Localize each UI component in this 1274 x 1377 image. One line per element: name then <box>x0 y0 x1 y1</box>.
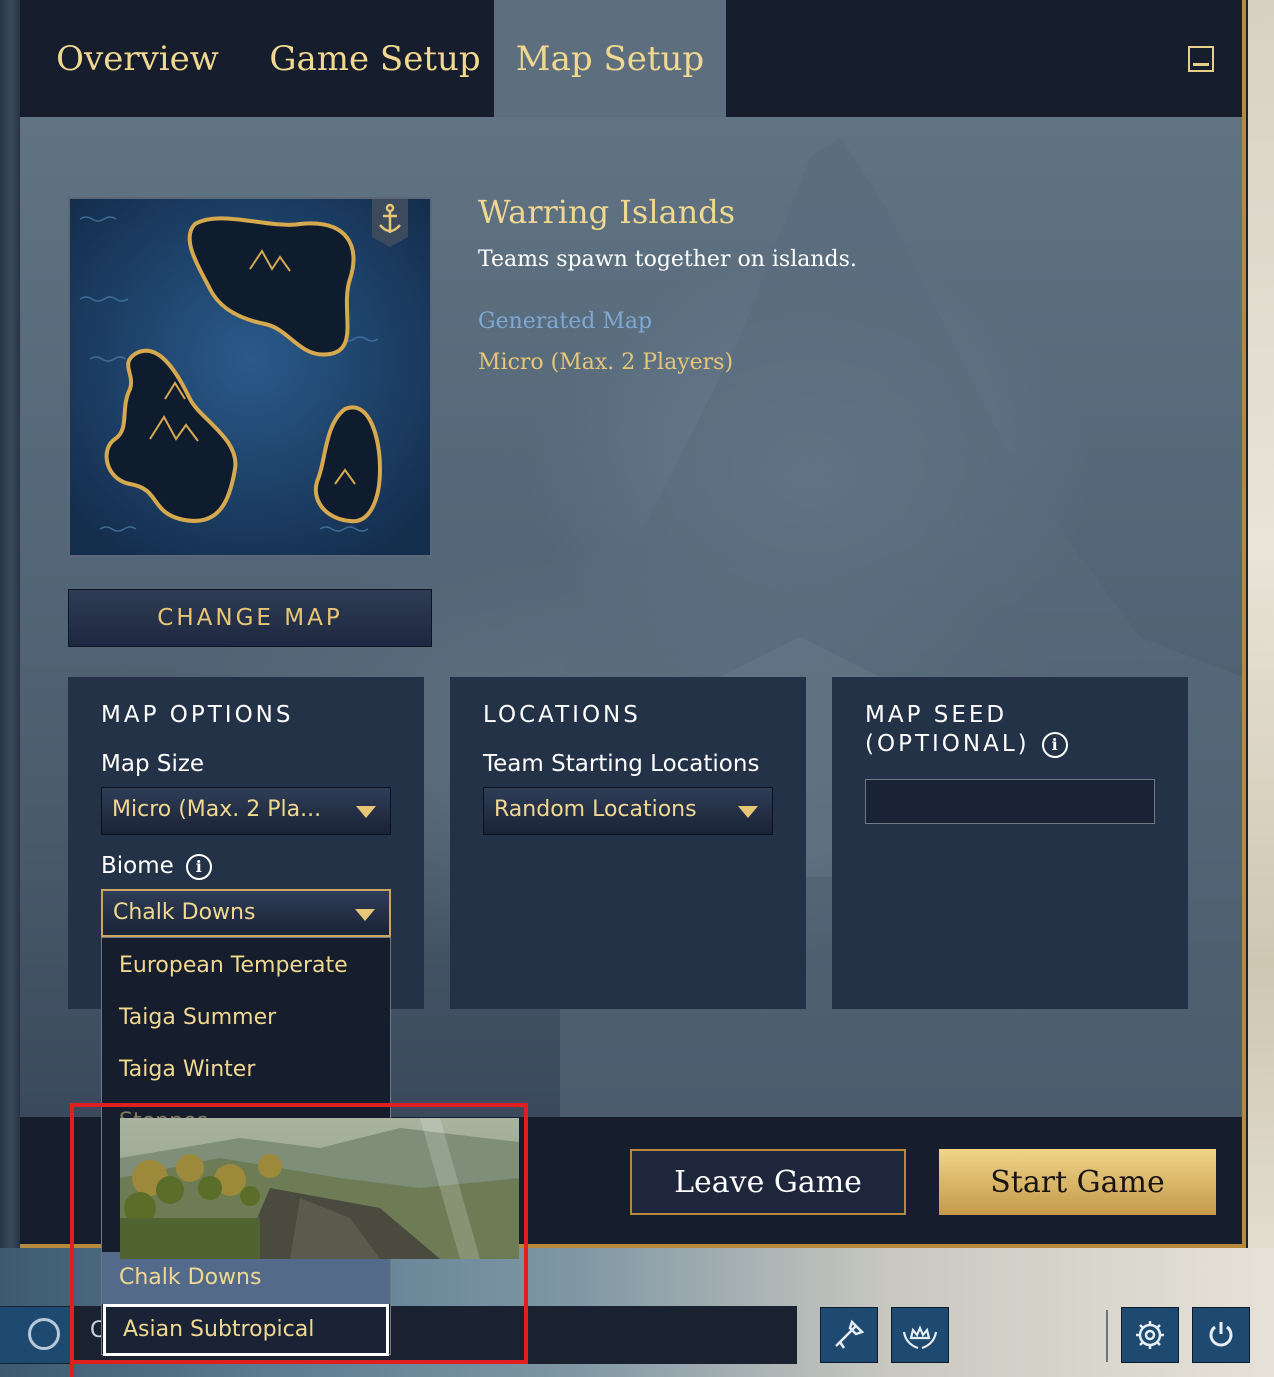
biome-option-taiga-summer[interactable]: Taiga Summer <box>102 992 390 1044</box>
dropdown-arrow-icon <box>738 806 758 818</box>
locations-panel: LOCATIONS Team Starting Locations Random… <box>450 677 806 1009</box>
map-size-value: Micro (Max. 2 Pla... <box>112 797 322 822</box>
gear-icon <box>1136 1321 1164 1349</box>
biome-preview-image <box>120 1118 519 1259</box>
info-icon[interactable]: i <box>1041 731 1068 758</box>
map-options-heading: MAP OPTIONS <box>101 702 294 728</box>
power-icon <box>1209 1322 1233 1347</box>
tab-bar: Overview Game Setup Map Setup <box>20 0 1242 117</box>
team-locations-label: Team Starting Locations <box>483 751 760 777</box>
crown-laurel-icon <box>902 1325 938 1350</box>
map-size-dropdown[interactable]: Micro (Max. 2 Pla... <box>101 787 391 835</box>
bottom-bar-divider <box>1106 1310 1108 1362</box>
trumpet-button[interactable] <box>820 1307 878 1363</box>
map-type-link[interactable]: Generated Map <box>478 309 652 334</box>
biome-label-text: Biome <box>101 853 174 879</box>
biome-option-taiga-winter[interactable]: Taiga Winter <box>102 1044 390 1096</box>
start-game-button[interactable]: Start Game <box>939 1149 1216 1215</box>
info-icon[interactable]: i <box>185 853 212 880</box>
map-seed-input[interactable] <box>865 779 1155 824</box>
crown-button[interactable] <box>891 1307 949 1363</box>
change-map-button[interactable]: CHANGE MAP <box>68 589 432 647</box>
biome-value: Chalk Downs <box>113 900 256 925</box>
background-left-edge <box>0 0 22 1250</box>
biome-field-label: Biome i <box>101 853 212 880</box>
map-seed-heading-optional: (OPTIONAL) <box>865 731 1030 757</box>
tab-game-setup[interactable]: Game Setup <box>260 0 490 117</box>
map-size-field-label: Map Size <box>101 751 205 777</box>
map-seed-heading-line1: MAP SEED <box>865 702 1008 728</box>
team-locations-value: Random Locations <box>494 797 697 822</box>
tab-overview[interactable]: Overview <box>50 0 225 117</box>
biome-option-asian-subtropical[interactable]: Asian Subtropical <box>103 1304 389 1356</box>
minimize-icon[interactable] <box>1188 46 1214 72</box>
map-thumbnail <box>68 197 432 557</box>
dropdown-arrow-icon <box>355 909 375 921</box>
leave-game-button[interactable]: Leave Game <box>630 1149 906 1215</box>
anchor-icon <box>372 199 408 247</box>
team-locations-dropdown[interactable]: Random Locations <box>483 787 773 835</box>
power-button[interactable] <box>1192 1307 1250 1363</box>
map-seed-heading: MAP SEED (OPTIONAL) i <box>865 701 1068 759</box>
trumpet-icon <box>835 1319 865 1349</box>
biome-dropdown[interactable]: Chalk Downs <box>101 889 391 937</box>
map-size-label: Micro (Max. 2 Players) <box>478 350 734 375</box>
map-description: Teams spawn together on islands. <box>478 247 857 272</box>
locations-heading: LOCATIONS <box>483 702 641 728</box>
highlight-box-edge <box>70 1360 74 1377</box>
social-icon <box>28 1318 60 1350</box>
biome-option-steppes[interactable]: Steppes <box>102 1096 390 1120</box>
map-seed-heading-line2: (OPTIONAL) i <box>865 730 1068 759</box>
map-title: Warring Islands <box>478 193 736 231</box>
background-right-edge <box>1248 0 1274 1377</box>
dropdown-arrow-icon <box>356 806 376 818</box>
biome-option-chalk-downs[interactable]: Chalk Downs <box>102 1252 390 1304</box>
biome-option-european-temperate[interactable]: European Temperate <box>102 940 390 992</box>
tab-map-setup[interactable]: Map Setup <box>494 0 726 117</box>
map-seed-panel: MAP SEED (OPTIONAL) i <box>832 677 1188 1009</box>
settings-button[interactable] <box>1121 1307 1179 1363</box>
